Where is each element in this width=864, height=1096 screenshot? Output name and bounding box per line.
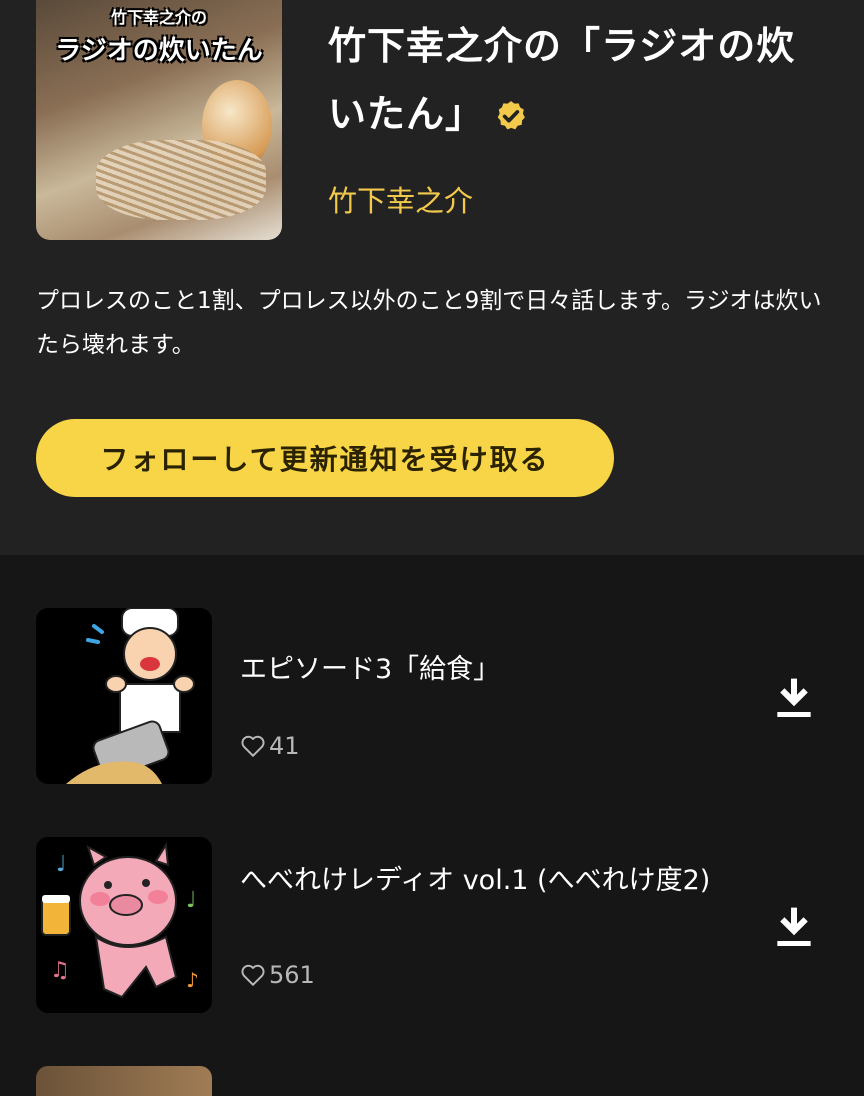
cover-text-top: 竹下幸之介の (110, 8, 207, 27)
download-icon[interactable] (774, 904, 814, 948)
episode-thumbnail (36, 608, 212, 784)
cover-title-text: 竹下幸之介の ラジオの炊いたん (36, 0, 282, 67)
episode-row[interactable]: エピソード3「給食」 41 (0, 608, 864, 786)
podcast-description: プロレスのこと1割、プロレス以外のこと9割で日々話します。ラジオは炊いたら壊れま… (36, 288, 822, 358)
episode-likes[interactable]: 41 (240, 732, 300, 760)
podcast-title: 竹下幸之介の「ラジオの炊いたん」 (328, 12, 828, 149)
episode-like-count: 561 (269, 961, 315, 989)
svg-text:♩: ♩ (186, 888, 196, 913)
cover-text-main: ラジオの炊いたん (55, 36, 263, 66)
svg-text:♩: ♩ (56, 852, 66, 877)
podcast-author-link[interactable]: 竹下幸之介 (328, 178, 473, 220)
chef-illustration-icon (66, 608, 195, 784)
episode-row[interactable]: ♩ ♩ ♫ ♪ へべれけレディオ vol.1 (へべれけ度2) 561 (0, 837, 864, 1015)
heart-icon (241, 735, 265, 757)
episode-title[interactable]: エピソード3「給食」 (240, 648, 760, 691)
episode-thumbnail-partial (36, 1066, 212, 1096)
verified-badge-icon (497, 101, 525, 130)
svg-text:♫: ♫ (50, 958, 70, 983)
podcast-header: 竹下幸之介の ラジオの炊いたん 竹下幸之介の「ラジオの炊いたん」 竹下幸之介 プ… (0, 0, 864, 555)
episode-likes[interactable]: 561 (240, 961, 315, 989)
svg-text:♪: ♪ (186, 968, 199, 992)
episode-title[interactable]: へべれけレディオ vol.1 (へべれけ度2) (240, 859, 760, 902)
download-icon[interactable] (774, 675, 814, 719)
podcast-title-text: 竹下幸之介の「ラジオの炊いたん」 (328, 24, 796, 137)
episode-thumbnail: ♩ ♩ ♫ ♪ (36, 837, 212, 1013)
follow-button[interactable]: フォローして更新通知を受け取る (36, 419, 614, 497)
heart-icon (241, 964, 265, 986)
podcast-cover-art: 竹下幸之介の ラジオの炊いたん (36, 0, 282, 240)
pig-illustration-icon: ♩ ♩ ♫ ♪ (41, 841, 199, 999)
noodles-decoration (96, 140, 266, 220)
episode-like-count: 41 (269, 732, 300, 760)
